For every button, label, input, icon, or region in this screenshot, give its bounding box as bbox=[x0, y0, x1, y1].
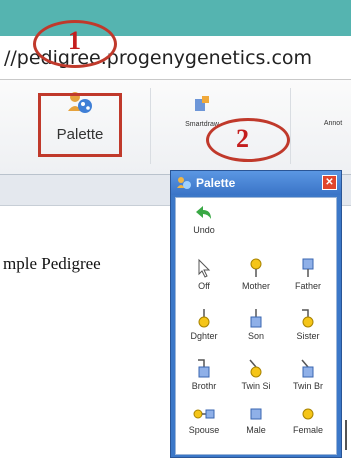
palette-window[interactable]: Palette ✕ Undo Off Mother Father Dghter … bbox=[170, 170, 342, 458]
palette-item-twin-sister[interactable]: Twin Si bbox=[232, 358, 280, 391]
mother-icon bbox=[250, 258, 262, 277]
sister-icon bbox=[302, 309, 314, 328]
annotation-number-1: 1 bbox=[68, 26, 81, 55]
palette-item-label: Father bbox=[294, 281, 321, 291]
palette-item-father[interactable]: Father bbox=[284, 258, 332, 291]
palette-title-icon bbox=[177, 177, 191, 189]
palette-item-sister[interactable]: Sister bbox=[284, 308, 332, 341]
close-icon[interactable]: ✕ bbox=[322, 175, 337, 190]
palette-item-female[interactable]: Female bbox=[284, 406, 332, 435]
palette-item-label: Female bbox=[292, 425, 323, 435]
male-icon bbox=[250, 408, 262, 420]
daughter-icon bbox=[198, 309, 210, 328]
toolbar-divider bbox=[290, 88, 291, 164]
palette-item-male[interactable]: Male bbox=[232, 406, 280, 435]
palette-item-label: Off bbox=[198, 281, 210, 291]
palette-item-label: Mother bbox=[241, 281, 270, 291]
cursor-icon bbox=[198, 258, 211, 278]
palette-panel: Undo Off Mother Father Dghter Son Sister… bbox=[175, 197, 337, 455]
palette-item-daughter[interactable]: Dghter bbox=[180, 308, 228, 341]
palette-item-undo[interactable]: Undo bbox=[180, 204, 228, 235]
palette-item-label: Twin Si bbox=[241, 381, 271, 391]
palette-highlight-box bbox=[38, 93, 122, 157]
palette-item-label: Undo bbox=[193, 225, 215, 235]
twin-sister-icon bbox=[249, 359, 262, 378]
spouse-icon bbox=[193, 409, 215, 419]
annotate-button[interactable]: Annot bbox=[316, 120, 350, 127]
palette-title: Palette bbox=[196, 176, 236, 190]
female-icon bbox=[302, 408, 314, 420]
palette-item-label: Dghter bbox=[190, 331, 218, 341]
undo-arrow-icon bbox=[196, 206, 211, 219]
palette-item-brother[interactable]: Brothr bbox=[180, 358, 228, 391]
smartdraw-icon bbox=[195, 96, 209, 111]
palette-item-off[interactable]: Off bbox=[180, 258, 228, 291]
palette-item-label: Son bbox=[247, 331, 264, 341]
twin-brother-icon bbox=[301, 359, 314, 378]
palette-item-twin-brother[interactable]: Twin Br bbox=[284, 358, 332, 391]
document-title: mple Pedigree bbox=[3, 254, 101, 273]
toolbar-divider bbox=[150, 88, 151, 164]
palette-title-bar[interactable]: Palette ✕ bbox=[171, 171, 341, 195]
palette-item-label: Sister bbox=[296, 331, 320, 341]
palette-item-label: Brothr bbox=[191, 381, 217, 391]
palette-item-son[interactable]: Son bbox=[232, 308, 280, 341]
palette-item-label: Twin Br bbox=[292, 381, 323, 391]
palette-item-label: Male bbox=[246, 425, 266, 435]
palette-item-mother[interactable]: Mother bbox=[232, 258, 280, 291]
son-icon bbox=[250, 309, 262, 328]
brother-icon bbox=[198, 359, 210, 378]
palette-item-label: Spouse bbox=[188, 425, 220, 435]
annotate-button-label: Annot bbox=[323, 120, 343, 127]
father-icon bbox=[302, 258, 314, 277]
scrollbar-edge bbox=[345, 420, 347, 450]
palette-item-spouse[interactable]: Spouse bbox=[180, 406, 228, 435]
annotation-number-2: 2 bbox=[236, 124, 249, 153]
